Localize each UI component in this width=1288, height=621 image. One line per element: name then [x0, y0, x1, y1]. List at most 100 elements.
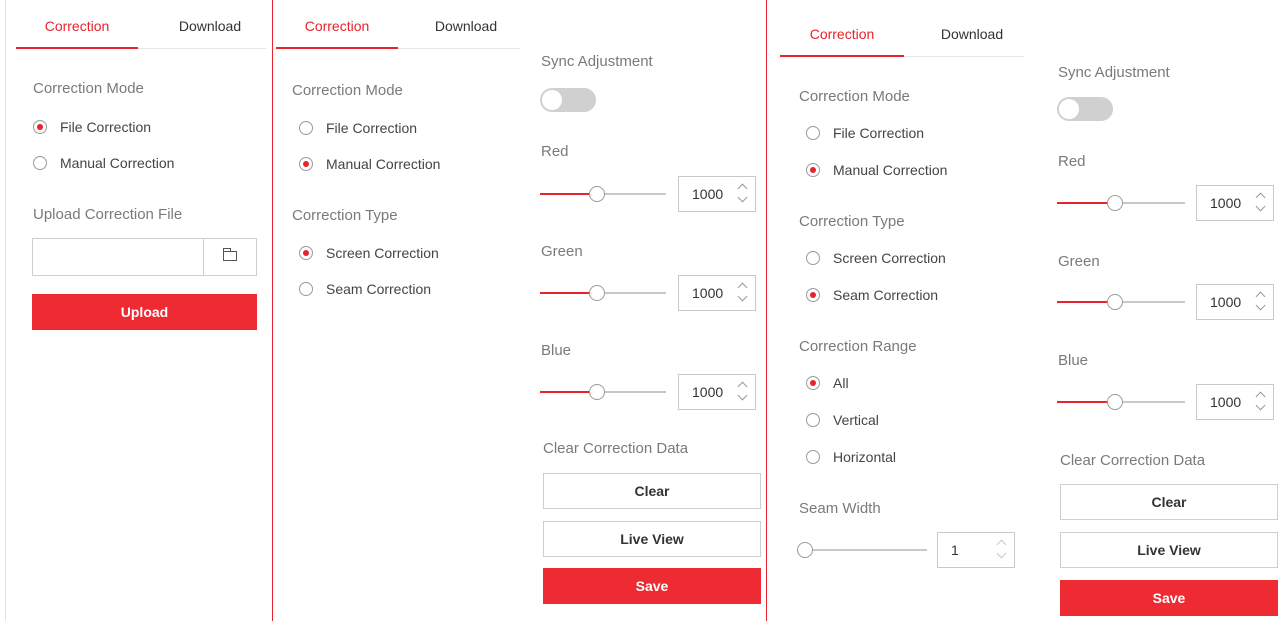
radio-manual-correction[interactable]: Manual Correction [33, 153, 174, 173]
radio-manual-correction[interactable]: Manual Correction [806, 160, 947, 180]
slider-thumb[interactable] [1106, 394, 1123, 410]
tab-bar: Correction Download [16, 8, 266, 49]
correction-type-title: Correction Type [799, 213, 905, 230]
radio-button [299, 282, 313, 296]
radio-manual-correction[interactable]: Manual Correction [299, 154, 440, 174]
clear-button[interactable]: Clear [1060, 484, 1278, 520]
live-view-button[interactable]: Live View [1060, 532, 1278, 568]
sync-adjustment-toggle[interactable] [540, 88, 596, 112]
toggle-knob [1059, 99, 1079, 119]
sync-adjustment-label: Sync Adjustment [541, 53, 653, 70]
radio-file-correction[interactable]: File Correction [299, 118, 417, 138]
radio-button [806, 376, 820, 390]
radio-button [299, 157, 313, 171]
decrement-icon[interactable] [737, 192, 748, 203]
radio-label: Vertical [833, 412, 879, 428]
seam-width-label: Seam Width [799, 500, 881, 517]
blue-label: Blue [541, 342, 572, 359]
live-view-button[interactable]: Live View [543, 521, 761, 557]
tab-download[interactable]: Download [922, 16, 1022, 56]
folder-icon [223, 248, 237, 261]
radio-button [806, 288, 820, 302]
tab-correction[interactable]: Correction [276, 8, 398, 49]
seam-width-slider[interactable] [797, 541, 927, 559]
radio-seam-correction[interactable]: Seam Correction [806, 285, 938, 305]
radio-label: File Correction [60, 119, 152, 135]
red-value-input[interactable]: 1000 [678, 176, 756, 212]
green-label: Green [1058, 253, 1100, 270]
spinner [737, 182, 749, 206]
panel-divider [272, 0, 273, 621]
slider-thumb[interactable] [1106, 195, 1123, 211]
blue-value-input[interactable]: 1000 [1196, 384, 1274, 420]
radio-label: Manual Correction [326, 156, 441, 172]
blue-value-input[interactable]: 1000 [678, 374, 756, 410]
slider-fill [1057, 202, 1115, 204]
green-value: 1000 [692, 285, 724, 301]
save-button[interactable]: Save [1060, 580, 1278, 616]
tab-download[interactable]: Download [156, 8, 264, 48]
decrement-icon[interactable] [737, 291, 748, 302]
radio-range-vertical[interactable]: Vertical [806, 410, 879, 430]
radio-label: Seam Correction [833, 287, 939, 303]
green-value-input[interactable]: 1000 [1196, 284, 1274, 320]
decrement-icon[interactable] [1255, 201, 1266, 212]
decrement-icon[interactable] [996, 548, 1007, 559]
clear-button[interactable]: Clear [543, 473, 761, 509]
decrement-icon[interactable] [1255, 400, 1266, 411]
radio-button [33, 156, 47, 170]
upload-button[interactable]: Upload [32, 294, 257, 330]
radio-label: File Correction [833, 125, 925, 141]
slider-thumb[interactable] [588, 186, 605, 202]
radio-label: Manual Correction [833, 162, 948, 178]
slider-thumb[interactable] [797, 542, 813, 558]
sync-adjustment-toggle[interactable] [1057, 97, 1113, 121]
radio-label: Manual Correction [60, 155, 175, 171]
browse-button[interactable] [204, 239, 256, 275]
correction-mode-title: Correction Mode [33, 80, 144, 97]
radio-button [806, 163, 820, 177]
tab-correction[interactable]: Correction [780, 16, 904, 57]
red-slider[interactable] [1057, 194, 1185, 212]
tab-correction[interactable]: Correction [16, 8, 138, 49]
radio-seam-correction[interactable]: Seam Correction [299, 279, 431, 299]
red-value-input[interactable]: 1000 [1196, 185, 1274, 221]
radio-file-correction[interactable]: File Correction [806, 123, 924, 143]
green-slider[interactable] [540, 284, 666, 302]
tab-download[interactable]: Download [416, 8, 516, 48]
blue-slider[interactable] [1057, 393, 1185, 411]
spinner [1255, 390, 1267, 414]
decrement-icon[interactable] [737, 390, 748, 401]
file-path-field[interactable] [32, 238, 257, 276]
red-slider[interactable] [540, 185, 666, 203]
blue-value: 1000 [692, 384, 724, 400]
radio-screen-correction[interactable]: Screen Correction [806, 248, 946, 268]
radio-range-horizontal[interactable]: Horizontal [806, 447, 896, 467]
slider-thumb[interactable] [588, 285, 605, 301]
blue-slider[interactable] [540, 383, 666, 401]
spinner [737, 281, 749, 305]
toggle-knob [542, 90, 562, 110]
panel-divider [766, 0, 767, 621]
radio-file-correction[interactable]: File Correction [33, 117, 151, 137]
spinner [1255, 191, 1267, 215]
slider-rail [797, 549, 927, 551]
green-value-input[interactable]: 1000 [678, 275, 756, 311]
correction-mode-title: Correction Mode [292, 82, 403, 99]
red-value: 1000 [1210, 195, 1242, 211]
slider-thumb[interactable] [588, 384, 605, 400]
decrement-icon[interactable] [1255, 300, 1266, 311]
upload-file-title: Upload Correction File [33, 206, 183, 223]
correction-range-title: Correction Range [799, 338, 917, 355]
green-slider[interactable] [1057, 293, 1185, 311]
spinner [1255, 290, 1267, 314]
radio-range-all[interactable]: All [806, 373, 849, 393]
radio-button [806, 251, 820, 265]
clear-data-title: Clear Correction Data [1060, 452, 1206, 469]
slider-fill [1057, 401, 1115, 403]
red-label: Red [541, 143, 569, 160]
seam-width-input[interactable]: 1 [937, 532, 1015, 568]
save-button[interactable]: Save [543, 568, 761, 604]
radio-screen-correction[interactable]: Screen Correction [299, 243, 439, 263]
slider-thumb[interactable] [1106, 294, 1123, 310]
